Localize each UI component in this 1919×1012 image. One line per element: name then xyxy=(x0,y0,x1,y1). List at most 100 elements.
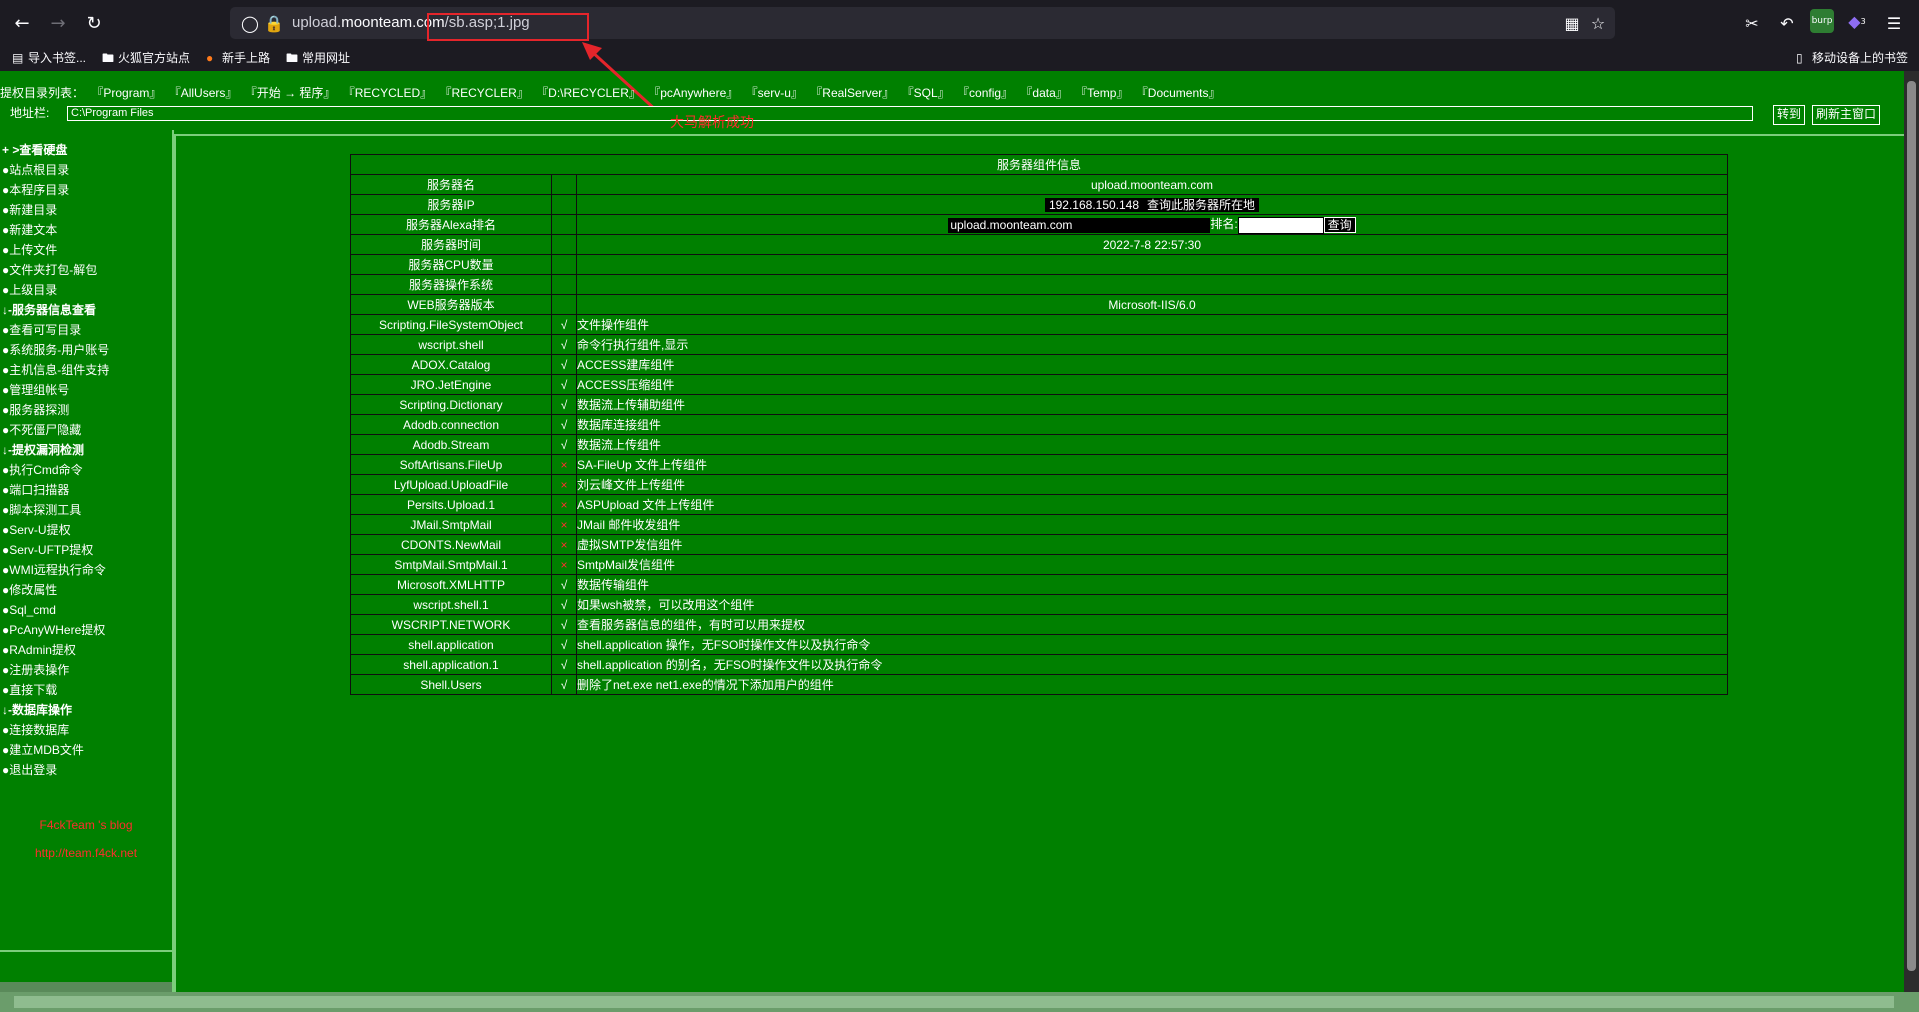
firefox-icon: ● xyxy=(206,51,214,65)
back-arrow-icon[interactable]: ← xyxy=(8,9,36,37)
dir-link-realserver[interactable]: 『RealServer』 xyxy=(810,86,894,100)
refresh-main-button[interactable]: 刷新主窗口 xyxy=(1812,105,1881,125)
go-button[interactable]: 转到 xyxy=(1773,105,1806,125)
dir-link-data[interactable]: 『data』 xyxy=(1020,86,1067,100)
sidebar-item[interactable]: ●上传文件 xyxy=(0,240,172,260)
dir-link-temp[interactable]: 『Temp』 xyxy=(1075,86,1128,100)
dir-link-start-programs[interactable]: 『开始 → 程序』 xyxy=(245,86,336,100)
sidebar-item[interactable]: ●Serv-U提权 xyxy=(0,520,172,540)
dir-link-config[interactable]: 『config』 xyxy=(957,86,1013,100)
component-row: JMail.SmtpMail × JMail 邮件收发组件 xyxy=(350,514,1728,535)
bookmark-import[interactable]: ▤ 导入书签... xyxy=(12,49,86,66)
reload-icon[interactable]: ↻ xyxy=(80,9,108,37)
sidebar-item[interactable]: ●上级目录 xyxy=(0,280,172,300)
info-label: 服务器Alexa排名 xyxy=(350,214,552,235)
qr-code-icon[interactable]: ▦ xyxy=(1560,11,1584,35)
info-mark-cell xyxy=(551,274,577,295)
alexa-domain-input[interactable]: upload.moonteam.com xyxy=(948,217,1211,233)
dir-link-recycled[interactable]: 『RECYCLED』 xyxy=(343,86,432,100)
shield-icon[interactable]: ◯ xyxy=(238,11,262,35)
dir-link-d-recycler[interactable]: 『D:\RECYCLER』 xyxy=(536,86,641,100)
folder-icon: 🖿 xyxy=(102,51,115,65)
crop-icon[interactable]: ✂ xyxy=(1740,11,1764,35)
sidebar-item[interactable]: ●新建文本 xyxy=(0,220,172,240)
extension-icon[interactable]: ◆ 3 xyxy=(1845,9,1869,33)
blog-link[interactable]: http://team.f4ck.net xyxy=(0,846,172,860)
dir-link-allusers[interactable]: 『AllUsers』 xyxy=(169,86,238,100)
query-location-link[interactable]: 查询此服务器所在地 xyxy=(1143,198,1260,212)
undo-icon[interactable]: ↶ xyxy=(1775,11,1799,35)
sidebar-item[interactable]: ●PcAnyWHere提权 xyxy=(0,620,172,640)
sidebar-item[interactable]: ●管理组帐号 xyxy=(0,380,172,400)
blog-title[interactable]: F4ckTeam 's blog xyxy=(0,818,172,832)
sidebar-section-header: ↓-服务器信息查看 xyxy=(2,303,96,317)
info-value: Microsoft-IIS/6.0 xyxy=(576,294,1728,315)
sidebar-item[interactable]: ●系统服务-用户账号 xyxy=(0,340,172,360)
component-name: Adodb.connection xyxy=(350,414,552,435)
vertical-scrollbar-thumb[interactable] xyxy=(1907,81,1916,971)
sidebar-item[interactable]: ●脚本探测工具 xyxy=(0,500,172,520)
lock-icon[interactable]: 🔒 xyxy=(262,11,286,35)
component-row: SoftArtisans.FileUp × SA-FileUp 文件上传组件 xyxy=(350,454,1728,475)
sidebar-divider xyxy=(0,950,172,952)
sidebar-item[interactable]: ●查看可写目录 xyxy=(0,320,172,340)
sidebar-item[interactable]: ●文件夹打包-解包 xyxy=(0,260,172,280)
info-value: 2022-7-8 22:57:30 xyxy=(576,234,1728,255)
folder-icon: 🖿 xyxy=(286,51,299,65)
component-row: CDONTS.NewMail × 虚拟SMTP发信组件 xyxy=(350,534,1728,555)
sidebar-item[interactable]: ●端口扫描器 xyxy=(0,480,172,500)
bookmark-star-icon[interactable]: ☆ xyxy=(1586,11,1610,35)
horizontal-scrollbar-thumb[interactable] xyxy=(14,996,1894,1008)
menu-icon[interactable]: ☰ xyxy=(1882,11,1906,35)
dir-link-documents[interactable]: 『Documents』 xyxy=(1136,86,1221,100)
component-name: Adodb.Stream xyxy=(350,434,552,455)
sidebar-scrollbar[interactable] xyxy=(0,982,172,992)
sidebar-item[interactable]: ●不死僵尸隐藏 xyxy=(0,420,172,440)
horizontal-scrollbar[interactable] xyxy=(0,992,1919,1012)
sidebar-item[interactable]: ●新建目录 xyxy=(0,200,172,220)
check-mark-icon: √ xyxy=(551,574,577,595)
check-mark-icon: √ xyxy=(551,354,577,375)
sidebar-item[interactable]: ●Serv-UFTP提权 xyxy=(0,540,172,560)
sidebar-item[interactable]: ●服务器探测 xyxy=(0,400,172,420)
bookmark-mobile[interactable]: ▯ 移动设备上的书签 xyxy=(1796,49,1908,66)
address-input[interactable]: C:\Program Files xyxy=(67,106,1753,121)
dir-link-sql[interactable]: 『SQL』 xyxy=(902,86,950,100)
sidebar-item[interactable]: ●修改属性 xyxy=(0,580,172,600)
bookmark-common-sites[interactable]: 🖿 常用网址 xyxy=(286,49,350,70)
sidebar-item[interactable]: ●Sql_cmd xyxy=(0,600,172,620)
check-mark-icon: √ xyxy=(551,654,577,675)
sidebar-item[interactable]: ●WMI远程执行命令 xyxy=(0,560,172,580)
dir-link-recycler[interactable]: 『RECYCLER』 xyxy=(439,86,528,100)
sidebar-item[interactable]: ●RAdmin提权 xyxy=(0,640,172,660)
sidebar-item[interactable]: ●连接数据库 xyxy=(0,720,172,740)
info-value xyxy=(576,274,1728,295)
sidebar-item[interactable]: ●站点根目录 xyxy=(0,160,172,180)
dir-link-serv-u[interactable]: 『serv-u』 xyxy=(746,86,803,100)
info-mark-cell xyxy=(551,214,577,235)
privilege-dir-label: 提权目录列表： xyxy=(0,86,85,100)
bookmark-getting-started[interactable]: ● 新手上路 xyxy=(206,49,270,66)
burp-extension-icon[interactable]: burp xyxy=(1810,9,1834,33)
sidebar-item[interactable]: ●注册表操作 xyxy=(0,660,172,680)
sidebar-list: + >查看硬盘 ●站点根目录 ●本程序目录 ●新建目录 ●新建文本 ●上传文件 ●文件夹打包… xyxy=(0,140,172,780)
sidebar-item[interactable]: ●直接下载 xyxy=(0,680,172,700)
vertical-scrollbar[interactable] xyxy=(1904,71,1919,992)
component-row: wscript.shell √ 命令行执行组件,显示 xyxy=(350,334,1728,355)
sidebar-item[interactable]: ●本程序目录 xyxy=(0,180,172,200)
sidebar-item[interactable]: ●建立MDB文件 xyxy=(0,740,172,760)
sidebar-item[interactable]: ●退出登录 xyxy=(0,760,172,780)
sidebar-item[interactable]: ●执行Cmd命令 xyxy=(0,460,172,480)
alexa-query-button[interactable]: 查询 xyxy=(1323,217,1356,234)
dir-link-pcanywhere[interactable]: 『pcAnywhere』 xyxy=(648,86,738,100)
sidebar-item[interactable]: ●主机信息-组件支持 xyxy=(0,360,172,380)
rank-input[interactable] xyxy=(1237,216,1324,234)
dir-link-program[interactable]: 『Program』 xyxy=(91,86,161,100)
forward-arrow-icon[interactable]: → xyxy=(44,9,72,37)
bookmark-firefox-site[interactable]: 🖿 火狐官方站点 xyxy=(102,49,190,70)
component-desc: shell.application 的别名，无FSO时操作文件以及执行命令 xyxy=(576,654,1728,675)
table-title: 服务器组件信息 xyxy=(350,154,1728,175)
table-title-row: 服务器组件信息 xyxy=(350,154,1728,175)
info-row: WEB服务器版本 Microsoft-IIS/6.0 xyxy=(350,294,1728,315)
component-row: Persits.Upload.1 × ASPUpload 文件上传组件 xyxy=(350,494,1728,515)
